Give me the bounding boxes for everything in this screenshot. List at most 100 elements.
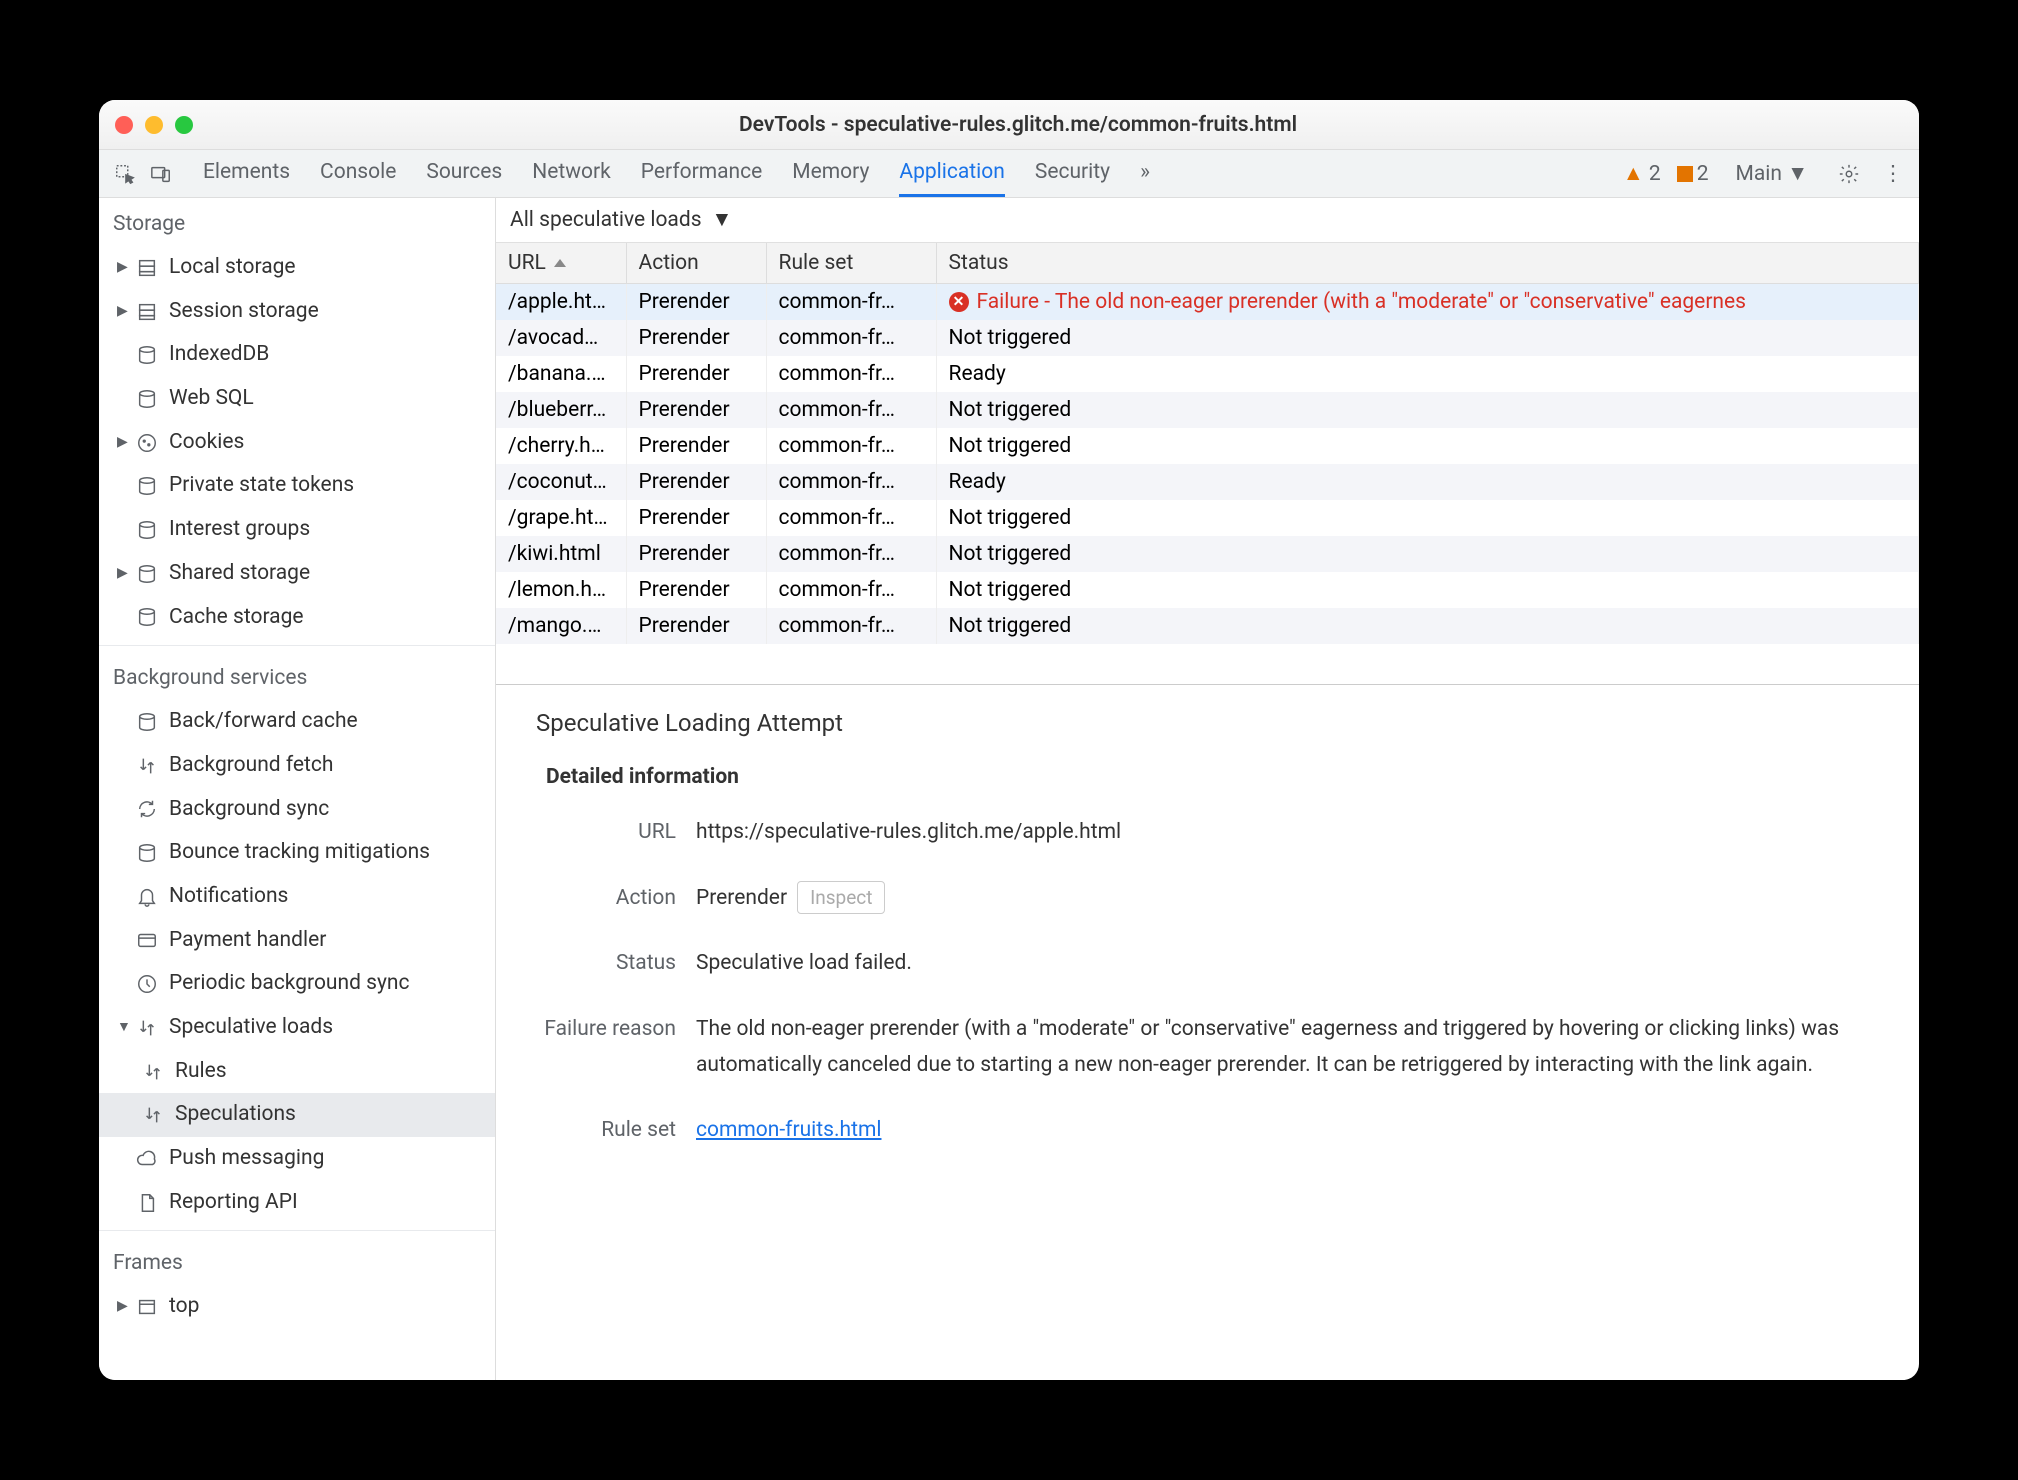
- db-icon: [135, 388, 159, 410]
- speculations-table: URL Action Rule set Status /apple.htmlPr…: [496, 243, 1919, 685]
- detail-url: https://speculative-rules.glitch.me/appl…: [696, 815, 1879, 851]
- table-row[interactable]: /kiwi.htmlPrerendercommon-fr…Not trigger…: [496, 536, 1919, 572]
- frame-icon: [135, 1296, 159, 1318]
- error-icon: ✕: [949, 292, 969, 312]
- db-icon: [135, 519, 159, 541]
- traffic-lights: [115, 116, 193, 134]
- sidebar-interest-groups[interactable]: Interest groups: [99, 508, 495, 552]
- sidebar-bfcache[interactable]: Back/forward cache: [99, 700, 495, 744]
- storage-header: Storage: [99, 198, 495, 246]
- sidebar-payment[interactable]: Payment handler: [99, 919, 495, 963]
- sidebar-speculations[interactable]: Speculations: [99, 1093, 495, 1137]
- sidebar-shared-storage[interactable]: ▶Shared storage: [99, 552, 495, 596]
- table-row[interactable]: /mango.…Prerendercommon-fr…Not triggered: [496, 608, 1919, 644]
- sidebar-session-storage[interactable]: ▶Session storage: [99, 290, 495, 334]
- detail-ruleset-link[interactable]: common-fruits.html: [696, 1118, 881, 1142]
- sidebar-reporting[interactable]: Reporting API: [99, 1181, 495, 1225]
- col-status[interactable]: Status: [936, 243, 1919, 284]
- window-title: DevTools - speculative-rules.glitch.me/c…: [193, 113, 1843, 137]
- transfer-icon: [141, 1104, 165, 1126]
- file-icon: [135, 1192, 159, 1214]
- tab-security[interactable]: Security: [1035, 150, 1110, 197]
- minimize-button[interactable]: [145, 116, 163, 134]
- titlebar: DevTools - speculative-rules.glitch.me/c…: [99, 100, 1919, 150]
- transfer-icon: [135, 755, 159, 777]
- detail-reason: The old non-eager prerender (with a "mod…: [696, 1012, 1879, 1083]
- tab-memory[interactable]: Memory: [792, 150, 869, 197]
- tab-network[interactable]: Network: [532, 150, 611, 197]
- db-icon: [135, 475, 159, 497]
- sidebar-speculative-loads[interactable]: ▼Speculative loads: [99, 1006, 495, 1050]
- sidebar-bounce[interactable]: Bounce tracking mitigations: [99, 831, 495, 875]
- col-url[interactable]: URL: [496, 243, 626, 284]
- toolbar-right: ▲ 2 2 Main ▼ ⋮: [1623, 157, 1907, 191]
- detail-status: Speculative load failed.: [696, 946, 1879, 982]
- more-icon[interactable]: ⋮: [1879, 161, 1907, 186]
- application-sidebar: Storage ▶Local storage ▶Session storage …: [99, 198, 496, 1380]
- issues-badge[interactable]: 2: [1677, 162, 1709, 186]
- transfer-icon: [141, 1061, 165, 1083]
- bell-icon: [135, 886, 159, 908]
- warnings-badge[interactable]: ▲ 2: [1623, 162, 1661, 186]
- inspect-icon[interactable]: [111, 163, 139, 185]
- table-row[interactable]: /banana.…Prerendercommon-fr…Ready: [496, 356, 1919, 392]
- tab-application[interactable]: Application: [899, 150, 1004, 197]
- chevron-down-icon: ▼: [712, 208, 733, 232]
- inspect-button[interactable]: Inspect: [797, 881, 885, 914]
- filter-dropdown[interactable]: All speculative loads ▼: [496, 198, 1919, 243]
- tab-sources[interactable]: Sources: [426, 150, 502, 197]
- table-row[interactable]: /apple.htmlPrerendercommon-fr…✕Failure -…: [496, 284, 1919, 321]
- tab-console[interactable]: Console: [320, 150, 396, 197]
- clock-icon: [135, 973, 159, 995]
- transfer-icon: [135, 1017, 159, 1039]
- detail-section: Detailed information: [546, 765, 1879, 789]
- table-row[interactable]: /cherry.h…Prerendercommon-fr…Not trigger…: [496, 428, 1919, 464]
- bg-services-header: Background services: [99, 652, 495, 700]
- settings-icon[interactable]: [1835, 163, 1863, 185]
- cloud-icon: [135, 1148, 159, 1170]
- sidebar-private-tokens[interactable]: Private state tokens: [99, 464, 495, 508]
- table-row[interactable]: /lemon.h…Prerendercommon-fr…Not triggere…: [496, 572, 1919, 608]
- sidebar-local-storage[interactable]: ▶Local storage: [99, 246, 495, 290]
- sidebar-rules[interactable]: Rules: [99, 1050, 495, 1094]
- table-row[interactable]: /avocad…Prerendercommon-fr…Not triggered: [496, 320, 1919, 356]
- col-action[interactable]: Action: [626, 243, 766, 284]
- col-ruleset[interactable]: Rule set: [766, 243, 936, 284]
- table-row[interactable]: /grape.htmlPrerendercommon-fr…Not trigge…: [496, 500, 1919, 536]
- sidebar-indexeddb[interactable]: IndexedDB: [99, 333, 495, 377]
- db-icon: [135, 842, 159, 864]
- table-row[interactable]: /blueberr…Prerendercommon-fr…Not trigger…: [496, 392, 1919, 428]
- sidebar-bg-fetch[interactable]: Background fetch: [99, 744, 495, 788]
- tab-overflow[interactable]: »: [1140, 150, 1150, 197]
- panel-body: Storage ▶Local storage ▶Session storage …: [99, 198, 1919, 1380]
- sidebar-periodic-sync[interactable]: Periodic background sync: [99, 962, 495, 1006]
- card-icon: [135, 929, 159, 951]
- detail-heading: Speculative Loading Attempt: [536, 709, 1879, 737]
- sidebar-websql[interactable]: Web SQL: [99, 377, 495, 421]
- sidebar-notifications[interactable]: Notifications: [99, 875, 495, 919]
- db-icon: [135, 711, 159, 733]
- devtools-window: DevTools - speculative-rules.glitch.me/c…: [99, 100, 1919, 1380]
- sidebar-bg-sync[interactable]: Background sync: [99, 788, 495, 832]
- sidebar-frame-top[interactable]: ▶top: [99, 1285, 495, 1329]
- tab-elements[interactable]: Elements: [203, 150, 290, 197]
- detail-action: PrerenderInspect: [696, 881, 1879, 917]
- cookie-icon: [135, 432, 159, 454]
- panel-tabs: Elements Console Sources Network Perform…: [203, 150, 1615, 197]
- target-dropdown[interactable]: Main ▼: [1725, 157, 1819, 191]
- speculations-panel: All speculative loads ▼ URL Action Rule …: [496, 198, 1919, 1380]
- database-icon: [135, 257, 159, 279]
- frames-header: Frames: [99, 1237, 495, 1285]
- close-button[interactable]: [115, 116, 133, 134]
- db-icon: [135, 563, 159, 585]
- sidebar-push[interactable]: Push messaging: [99, 1137, 495, 1181]
- detail-pane: Speculative Loading Attempt Detailed inf…: [496, 685, 1919, 1380]
- sidebar-cache-storage[interactable]: Cache storage: [99, 596, 495, 640]
- table-row[interactable]: /coconut…Prerendercommon-fr…Ready: [496, 464, 1919, 500]
- sidebar-cookies[interactable]: ▶Cookies: [99, 421, 495, 465]
- sync-icon: [135, 798, 159, 820]
- tab-performance[interactable]: Performance: [641, 150, 762, 197]
- devtools-toolbar: Elements Console Sources Network Perform…: [99, 150, 1919, 198]
- maximize-button[interactable]: [175, 116, 193, 134]
- device-toggle-icon[interactable]: [147, 163, 175, 185]
